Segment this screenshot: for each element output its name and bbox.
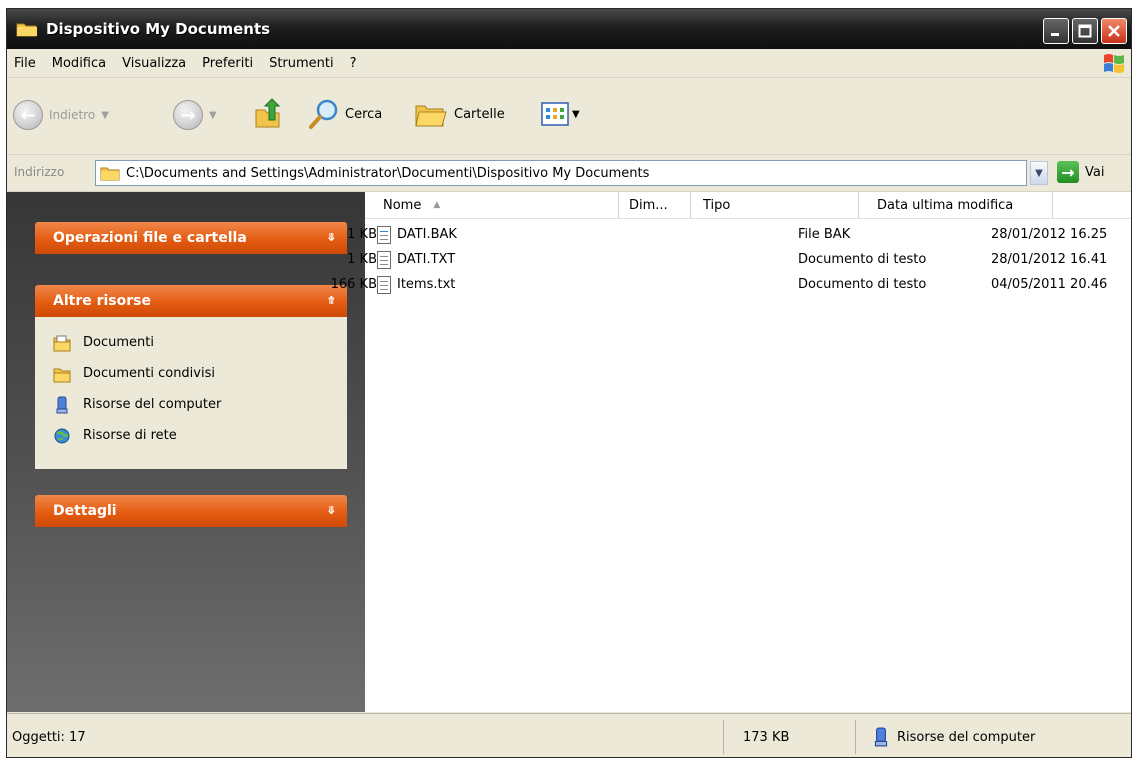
file-name: DATI.TXT [397, 252, 456, 267]
search-icon [309, 99, 338, 129]
views-grid-icon [541, 102, 569, 126]
pane-title: Altre risorse [53, 293, 151, 309]
file-size: 1 KB [347, 252, 377, 267]
chevron-down-icon[interactable]: ⤋ [327, 504, 336, 517]
column-header-modified[interactable]: Data ultima modifica [859, 192, 1053, 218]
link-documenti[interactable]: Documenti [35, 327, 347, 358]
minimize-button[interactable] [1043, 18, 1069, 44]
maximize-icon [1078, 24, 1092, 38]
column-header-size[interactable]: Dim... [619, 192, 691, 218]
menu-strumenti[interactable]: Strumenti [261, 56, 342, 71]
file-type: File BAK [798, 227, 851, 242]
link-risorse-del-computer[interactable]: Risorse del computer [35, 389, 347, 420]
menu-preferiti[interactable]: Preferiti [194, 56, 261, 71]
pane-title: Operazioni file e cartella [53, 230, 247, 246]
bak-file-icon [377, 226, 391, 244]
folder-icon [16, 21, 38, 37]
file-row[interactable]: Items.txt 166 KB Documento di testo 04/0… [331, 274, 1131, 298]
file-row[interactable]: DATI.TXT 1 KB Documento di testo 28/01/2… [347, 249, 1131, 273]
file-size: 166 KB [330, 277, 377, 292]
chevron-up-icon[interactable]: ⤊ [327, 294, 336, 307]
close-button[interactable] [1101, 18, 1127, 44]
link-documenti-condivisi[interactable]: Documenti condivisi [35, 358, 347, 389]
chevron-down-icon[interactable]: ▼ [101, 110, 109, 121]
address-input[interactable]: C:\Documents and Settings\Administrator\… [95, 160, 1027, 186]
shared-folder-icon [53, 365, 71, 383]
up-folder-icon [255, 98, 281, 128]
file-list[interactable]: Nome ▲ Dim... Tipo Data ultima modifica … [331, 192, 1131, 712]
close-icon [1108, 25, 1120, 37]
text-file-icon [377, 251, 391, 269]
menu-help[interactable]: ? [342, 56, 365, 71]
pane-other-places[interactable]: Altre risorse ⤊ [35, 285, 347, 317]
file-name: DATI.BAK [397, 227, 457, 242]
explorer-window: Dispositivo My Documents File Modifica V… [6, 8, 1132, 758]
pane-details[interactable]: Dettagli ⤋ [35, 495, 347, 527]
documents-folder-icon [53, 334, 71, 352]
link-risorse-di-rete[interactable]: Risorse di rete [35, 420, 347, 451]
folders-button[interactable]: Cartelle [413, 98, 505, 130]
back-button[interactable]: ← Indietro ▼ [13, 100, 109, 130]
menu-modifica[interactable]: Modifica [44, 56, 114, 71]
chevron-down-icon: ▼ [1035, 167, 1043, 179]
menu-bar: File Modifica Visualizza Preferiti Strum… [7, 49, 1131, 78]
up-folder-button[interactable] [253, 98, 283, 130]
back-arrow-icon: ← [13, 100, 43, 130]
file-size: 1 KB [347, 227, 377, 242]
title-bar[interactable]: Dispositivo My Documents [7, 9, 1131, 49]
chevron-down-icon: ▼ [572, 108, 580, 120]
folders-icon [415, 105, 447, 127]
text-file-icon [377, 276, 391, 294]
chevron-down-icon[interactable]: ⤋ [327, 231, 336, 244]
go-arrow-icon: → [1057, 161, 1079, 183]
go-button[interactable]: → Vai [1057, 161, 1104, 183]
other-places-list: Documenti Documenti condivisi Risorse de… [35, 317, 347, 469]
file-name: Items.txt [397, 277, 456, 292]
computer-icon [53, 396, 71, 414]
window-title: Dispositivo My Documents [46, 20, 271, 38]
header-divider [365, 218, 1131, 219]
file-modified: 04/05/2011 20.46 [991, 277, 1108, 292]
chevron-down-icon[interactable]: ▼ [209, 110, 217, 121]
address-dropdown-button[interactable]: ▼ [1030, 161, 1048, 185]
menu-file[interactable]: File [7, 56, 44, 71]
views-button[interactable]: ▼ [541, 102, 580, 126]
forward-button[interactable]: → ▼ [173, 100, 217, 130]
search-button[interactable]: Cerca [307, 98, 382, 130]
pane-title: Dettagli [53, 503, 117, 519]
file-type: Documento di testo [798, 277, 927, 292]
file-modified: 28/01/2012 16.25 [991, 227, 1108, 242]
pane-file-folder-tasks[interactable]: Operazioni file e cartella ⤋ [35, 222, 347, 254]
task-pane: Operazioni file e cartella ⤋ Altre risor… [7, 192, 365, 712]
status-divider [855, 720, 856, 754]
address-path: C:\Documents and Settings\Administrator\… [126, 165, 650, 181]
status-bar: Oggetti: 17 173 KB Risorse del computer [7, 713, 1131, 757]
network-globe-icon [53, 427, 71, 445]
sort-ascending-icon: ▲ [433, 200, 441, 210]
maximize-button[interactable] [1072, 18, 1098, 44]
column-header-name[interactable]: Nome ▲ [365, 192, 619, 218]
status-size: 173 KB [743, 729, 790, 745]
toolbar: ← Indietro ▼ → ▼ Cerca Cartelle ▼ [7, 78, 1131, 155]
folder-icon [100, 167, 120, 181]
address-label: Indirizzo [14, 165, 65, 179]
file-type: Documento di testo [798, 252, 927, 267]
column-header-type[interactable]: Tipo [691, 192, 859, 218]
file-row[interactable]: DATI.BAK 1 KB File BAK 28/01/2012 16.25 [347, 224, 1131, 248]
menu-visualizza[interactable]: Visualizza [114, 56, 194, 71]
status-location: Risorse del computer [871, 714, 1035, 757]
file-modified: 28/01/2012 16.41 [991, 252, 1108, 267]
minimize-icon [1051, 33, 1059, 36]
status-divider [723, 720, 724, 754]
address-bar: Indirizzo C:\Documents and Settings\Admi… [7, 155, 1131, 192]
windows-logo-icon [1101, 51, 1127, 75]
computer-icon [874, 727, 888, 747]
status-object-count: Oggetti: 17 [12, 729, 86, 745]
forward-arrow-icon: → [173, 100, 203, 130]
